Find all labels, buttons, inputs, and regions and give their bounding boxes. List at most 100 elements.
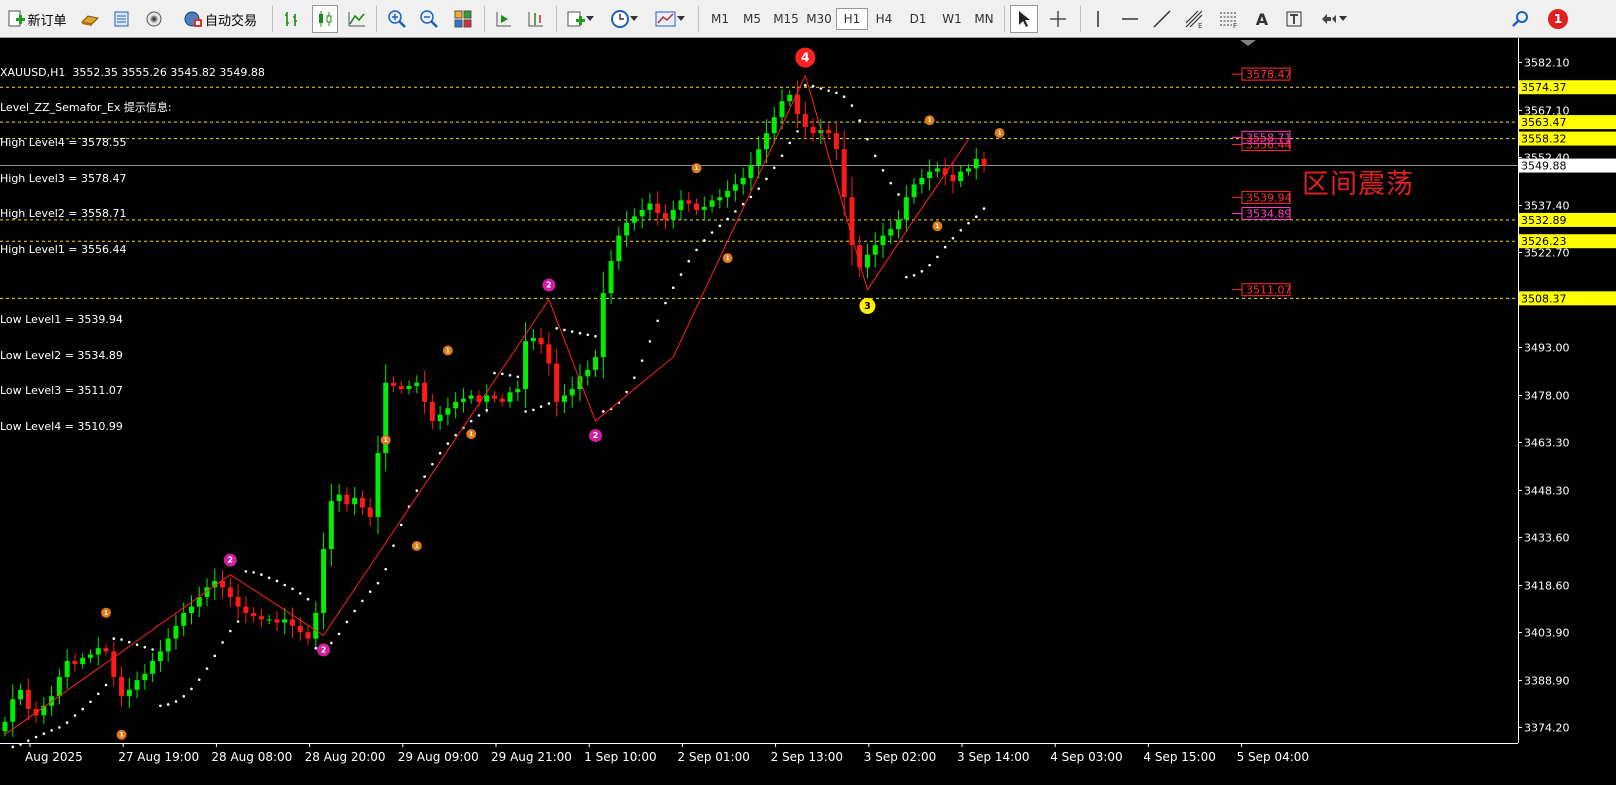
candle-body[interactable] xyxy=(328,501,334,550)
indicators-dropdown[interactable] xyxy=(562,5,598,33)
candle-body[interactable] xyxy=(826,129,832,134)
candle-body[interactable] xyxy=(771,117,777,134)
timeframe-w1[interactable]: W1 xyxy=(936,8,968,30)
notifications-button[interactable]: 1 xyxy=(1546,5,1570,33)
candle-body[interactable] xyxy=(422,382,428,402)
candle-body[interactable] xyxy=(655,203,661,214)
candle-body[interactable] xyxy=(406,385,412,390)
timeframe-m5[interactable]: M5 xyxy=(736,8,768,30)
candle-body[interactable] xyxy=(468,395,474,399)
candle-body[interactable] xyxy=(453,401,459,409)
candle-body[interactable] xyxy=(274,619,280,623)
equidistant-channel-tool-button[interactable]: E xyxy=(1182,5,1208,33)
candle-body[interactable] xyxy=(507,392,513,402)
candle-body[interactable] xyxy=(934,168,940,172)
candle-body[interactable] xyxy=(243,606,249,613)
candle-body[interactable] xyxy=(554,363,560,402)
candle-body[interactable] xyxy=(717,197,723,201)
candle-body[interactable] xyxy=(965,168,971,172)
candle-body[interactable] xyxy=(414,382,420,386)
timeframe-d1[interactable]: D1 xyxy=(902,8,934,30)
arrows-dropdown[interactable] xyxy=(1314,5,1352,33)
candle-body[interactable] xyxy=(600,293,606,358)
candle-body[interactable] xyxy=(313,612,319,639)
templates-dropdown[interactable] xyxy=(650,5,690,33)
candle-body[interactable] xyxy=(639,209,645,217)
candle-body[interactable] xyxy=(662,213,668,220)
candle-body[interactable] xyxy=(880,235,886,246)
candle-body[interactable] xyxy=(80,657,86,665)
candle-body[interactable] xyxy=(173,625,179,639)
candle-body[interactable] xyxy=(142,673,148,681)
candle-body[interactable] xyxy=(927,171,933,178)
candle-body[interactable] xyxy=(344,494,350,505)
candle-body[interactable] xyxy=(725,190,731,198)
range-annotation[interactable]: 区间震荡 xyxy=(1302,162,1414,201)
candle-body[interactable] xyxy=(134,680,140,690)
candle-body[interactable] xyxy=(352,497,358,505)
horizontal-line-tool-button[interactable] xyxy=(1118,5,1142,33)
candle-body[interactable] xyxy=(492,395,498,399)
candle-body[interactable] xyxy=(165,638,171,652)
timeframe-m15[interactable]: M15 xyxy=(770,8,802,30)
chart-shift-marker[interactable] xyxy=(1240,40,1256,46)
search-button[interactable] xyxy=(1508,5,1534,33)
candle-body[interactable] xyxy=(445,408,451,415)
candle-body[interactable] xyxy=(367,507,373,518)
candle-body[interactable] xyxy=(810,126,816,134)
vertical-line-tool-button[interactable] xyxy=(1086,5,1110,33)
candle-body[interactable] xyxy=(72,660,78,665)
candle-body[interactable] xyxy=(321,549,327,613)
candle-body[interactable] xyxy=(841,149,847,198)
candle-body[interactable] xyxy=(188,606,194,613)
candle-body[interactable] xyxy=(235,596,241,607)
data-window-button[interactable] xyxy=(110,5,134,33)
tile-windows-button[interactable] xyxy=(450,5,476,33)
candle-body[interactable] xyxy=(484,395,490,402)
navigator-button[interactable] xyxy=(142,5,166,33)
candle-body[interactable] xyxy=(157,651,163,661)
zoom-in-button[interactable] xyxy=(384,5,410,33)
text-tool-button[interactable]: A xyxy=(1250,5,1274,33)
candle-body[interactable] xyxy=(779,101,785,118)
candle-body[interactable] xyxy=(833,133,839,150)
candle-body[interactable] xyxy=(515,389,521,393)
candle-body[interactable] xyxy=(25,689,31,709)
candle-body[interactable] xyxy=(150,660,156,674)
candle-body[interactable] xyxy=(740,177,746,185)
candle-body[interactable] xyxy=(460,398,466,402)
candle-body[interactable] xyxy=(499,398,505,402)
candlestick-chart-button[interactable] xyxy=(312,5,338,33)
candle-body[interactable] xyxy=(950,174,956,182)
trendline-tool-button[interactable] xyxy=(1150,5,1174,33)
candle-body[interactable] xyxy=(686,200,692,204)
timeframe-mn[interactable]: MN xyxy=(968,8,1000,30)
candle-body[interactable] xyxy=(670,209,676,220)
candle-body[interactable] xyxy=(647,203,653,210)
candle-body[interactable] xyxy=(896,219,902,230)
candle-body[interactable] xyxy=(709,200,715,207)
candle-body[interactable] xyxy=(593,357,599,370)
candle-body[interactable] xyxy=(756,149,762,166)
candle-body[interactable] xyxy=(119,676,125,697)
cursor-tool-button[interactable] xyxy=(1010,5,1038,33)
candle-body[interactable] xyxy=(585,369,591,377)
candle-body[interactable] xyxy=(748,165,754,178)
candle-body[interactable] xyxy=(64,660,70,677)
line-chart-button[interactable] xyxy=(344,5,370,33)
candle-body[interactable] xyxy=(616,235,622,262)
candle-body[interactable] xyxy=(787,94,793,102)
market-watch-button[interactable] xyxy=(78,5,102,33)
candle-body[interactable] xyxy=(561,395,567,402)
candle-body[interactable] xyxy=(398,385,404,390)
candle-body[interactable] xyxy=(87,654,93,658)
auto-trading-button[interactable]: 自动交易 xyxy=(176,5,264,33)
candle-body[interactable] xyxy=(95,648,101,655)
candle-body[interactable] xyxy=(289,619,295,626)
candle-body[interactable] xyxy=(981,158,987,166)
candle-body[interactable] xyxy=(732,184,738,191)
candle-body[interactable] xyxy=(624,222,630,236)
candle-body[interactable] xyxy=(111,651,117,677)
price-scale-area[interactable] xyxy=(1518,38,1616,785)
candle-body[interactable] xyxy=(359,497,365,508)
